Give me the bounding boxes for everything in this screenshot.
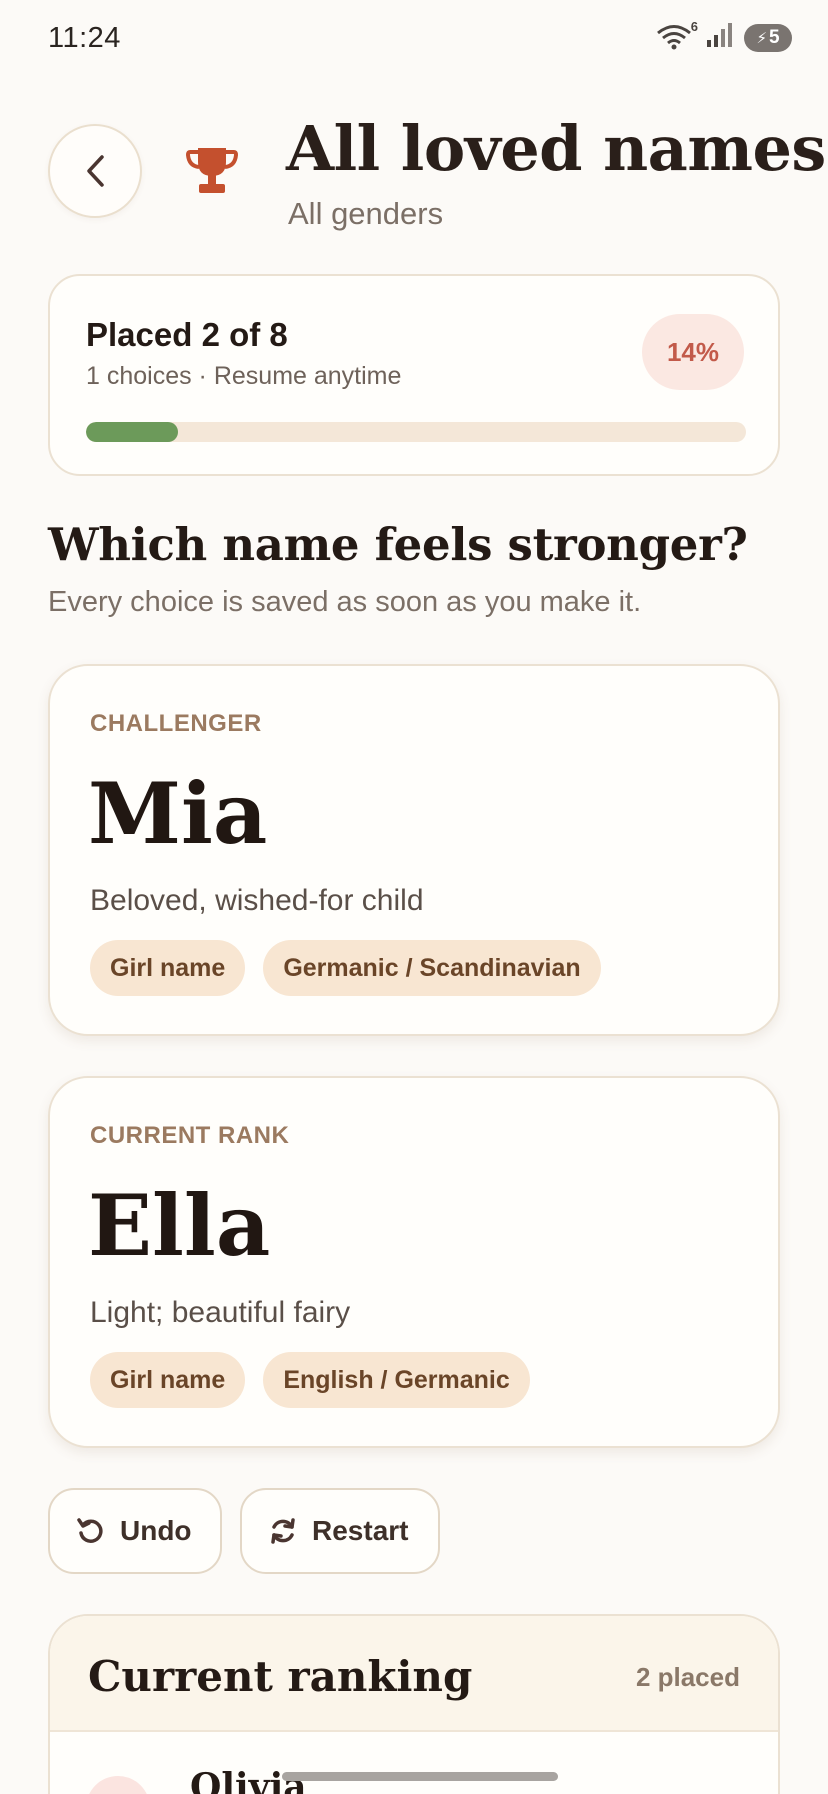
wifi-icon: 6 [656,19,698,53]
progress-bar [86,422,746,442]
status-icons: 6 ⚡ 5 [656,19,792,53]
card-meaning: Light; beautiful fairy [90,1296,351,1329]
ranking-count: 2 placed [635,1662,740,1692]
status-time: 11:24 [48,22,121,54]
tag-list: Girl name Germanic / Scandinavian [90,940,601,996]
question-title: Which name feels stronger? [48,518,748,571]
ranking-card: Current ranking 2 placed Olivia [48,1614,780,1794]
battery-indicator: ⚡ 5 [744,23,792,52]
home-indicator[interactable] [282,1772,558,1781]
status-bar: 11:24 6 ⚡ 5 [0,0,828,80]
undo-icon [77,1518,103,1543]
card-name: Mia [88,764,268,863]
progress-subtitle: 1 choices · Resume anytime [86,362,402,390]
tag-gender: Girl name [90,940,246,996]
progress-card: Placed 2 of 8 1 choices · Resume anytime… [48,274,780,476]
refresh-icon [271,1518,295,1544]
back-button[interactable] [48,124,142,218]
signal-icon [706,22,734,53]
rank-badge [86,1776,150,1794]
progress-title: Placed 2 of 8 [86,316,288,353]
page-title: All loved names [286,112,826,185]
card-eyebrow: CHALLENGER [90,710,262,737]
tag-origin: Germanic / Scandinavian [263,940,601,996]
percent-badge: 14% [642,314,744,390]
ranking-title: Current ranking [88,1652,473,1701]
current-rank-card[interactable]: CURRENT RANK Ella Light; beautiful fairy… [48,1076,780,1448]
bolt-icon: ⚡ [756,29,767,47]
question-subtitle: Every choice is saved as soon as you mak… [48,586,642,618]
tag-gender: Girl name [90,1352,246,1408]
restart-label: Restart [312,1515,409,1546]
tag-origin: English / Germanic [263,1352,530,1408]
wifi-badge: 6 [690,18,698,34]
page-subtitle: All genders [288,196,444,231]
challenger-card[interactable]: CHALLENGER Mia Beloved, wished-for child… [48,664,780,1036]
trophy-icon [186,148,238,193]
undo-label: Undo [120,1515,192,1546]
progress-fill [86,422,179,442]
card-meaning: Beloved, wished-for child [90,884,424,917]
chevron-left-icon [87,155,104,187]
restart-button[interactable]: Restart [240,1488,440,1574]
undo-button[interactable]: Undo [48,1488,222,1574]
tag-list: Girl name English / Germanic [90,1352,530,1408]
card-name: Ella [88,1176,271,1275]
ranking-header: Current ranking 2 placed [50,1616,778,1732]
card-eyebrow: CURRENT RANK [90,1122,290,1149]
